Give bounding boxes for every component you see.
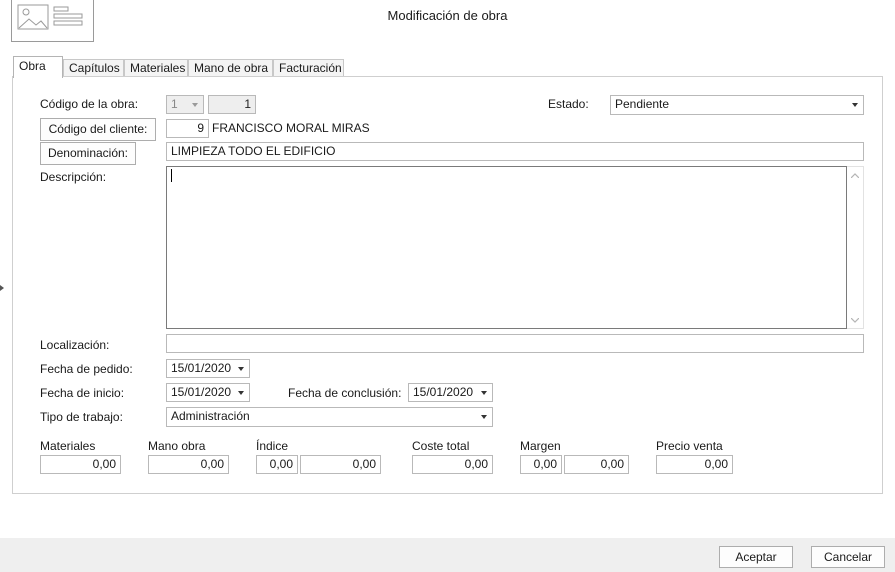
materiales-label: Materiales <box>40 439 96 453</box>
fecha-pedido-picker[interactable]: 15/01/2020 <box>166 359 250 378</box>
fecha-conclusion-label: Fecha de conclusión: <box>288 386 402 400</box>
chevron-down-icon <box>848 96 861 113</box>
localizacion-field[interactable] <box>166 334 864 353</box>
serie-value: 1 <box>171 97 178 111</box>
chevron-down-icon <box>234 360 247 377</box>
coste-total-label: Coste total <box>412 439 470 453</box>
fecha-inicio-label: Fecha de inicio: <box>40 386 125 400</box>
denominacion-field[interactable]: LIMPIEZA TODO EL EDIFICIO <box>166 142 864 161</box>
indice-field-1[interactable]: 0,00 <box>256 455 298 474</box>
precio-venta-field[interactable]: 0,00 <box>656 455 733 474</box>
denominacion-button[interactable]: Denominación: <box>40 142 136 165</box>
tab-materiales[interactable]: Materiales <box>124 59 188 77</box>
tab-capitulos[interactable]: Capítulos <box>63 59 124 77</box>
fecha-pedido-value: 15/01/2020 <box>171 361 232 375</box>
localizacion-label: Localización: <box>40 338 110 352</box>
tipo-trabajo-select[interactable]: Administración <box>166 407 493 427</box>
fecha-conclusion-value: 15/01/2020 <box>413 385 474 399</box>
precio-venta-label: Precio venta <box>656 439 723 453</box>
tab-mano-de-obra[interactable]: Mano de obra <box>188 59 273 77</box>
descripcion-scrollbar[interactable] <box>847 166 864 329</box>
fecha-conclusion-picker[interactable]: 15/01/2020 <box>408 383 493 402</box>
side-collapse-icon[interactable] <box>0 285 4 291</box>
descripcion-textarea[interactable] <box>166 166 847 329</box>
mano-obra-total-field[interactable]: 0,00 <box>148 455 229 474</box>
numero-obra-field[interactable]: 1 <box>208 95 256 114</box>
text-caret <box>171 169 172 182</box>
cancel-button[interactable]: Cancelar <box>811 546 885 568</box>
scroll-up-icon[interactable] <box>850 171 860 179</box>
tipo-trabajo-value: Administración <box>171 409 250 423</box>
indice-field-2[interactable]: 0,00 <box>300 455 381 474</box>
chevron-down-icon <box>188 96 201 113</box>
accept-button[interactable]: Aceptar <box>719 546 793 568</box>
codigo-obra-label: Código de la obra: <box>40 97 139 111</box>
codigo-cliente-button[interactable]: Código del cliente: <box>40 118 156 141</box>
scroll-down-icon[interactable] <box>850 316 860 324</box>
estado-label: Estado: <box>548 97 589 111</box>
estado-value: Pendiente <box>615 97 670 111</box>
fecha-inicio-picker[interactable]: 15/01/2020 <box>166 383 250 402</box>
codigo-cliente-field[interactable]: 9 <box>166 119 209 138</box>
descripcion-label: Descripción: <box>40 170 107 184</box>
cliente-nombre: FRANCISCO MORAL MIRAS <box>212 121 370 135</box>
chevron-down-icon <box>477 384 490 401</box>
coste-total-field[interactable]: 0,00 <box>412 455 493 474</box>
tab-obra[interactable]: Obra <box>13 56 63 78</box>
margen-field-1[interactable]: 0,00 <box>520 455 562 474</box>
estado-select[interactable]: Pendiente <box>610 95 864 115</box>
margen-field-2[interactable]: 0,00 <box>564 455 629 474</box>
chevron-down-icon <box>477 408 490 425</box>
tab-facturacion[interactable]: Facturación <box>273 59 344 77</box>
window-title: Modificación de obra <box>387 8 508 23</box>
materiales-total-field[interactable]: 0,00 <box>40 455 121 474</box>
chevron-down-icon <box>234 384 247 401</box>
serie-select[interactable]: 1 <box>166 95 204 114</box>
fecha-inicio-value: 15/01/2020 <box>171 385 232 399</box>
indice-label: Índice <box>256 439 289 453</box>
tipo-trabajo-label: Tipo de trabajo: <box>40 410 123 424</box>
fecha-pedido-label: Fecha de pedido: <box>40 362 133 376</box>
margen-label: Margen <box>520 439 561 453</box>
mano-obra-label: Mano obra <box>148 439 206 453</box>
